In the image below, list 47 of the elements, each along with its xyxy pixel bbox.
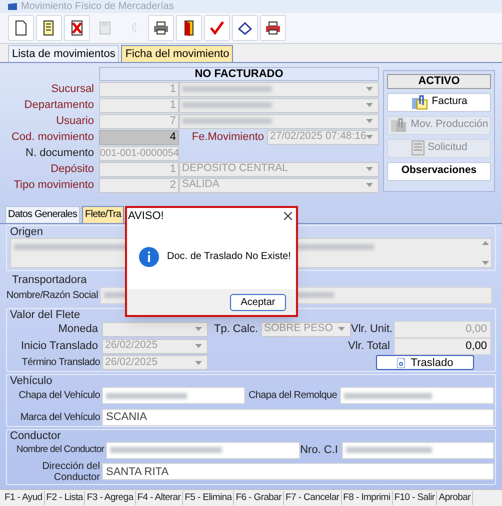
- field-label: Inicio Translado: [20, 339, 99, 354]
- field-label: Vlr. Total: [347, 339, 391, 354]
- group-title: Conductor: [10, 430, 61, 442]
- field-label: Dirección del Conductor: [41, 460, 101, 483]
- function-key-label: F4 - Alterar: [136, 490, 184, 506]
- group-title: Origen: [10, 226, 44, 238]
- status-label: ACTIVO: [387, 74, 491, 89]
- window-title: Movimiento Físico de Mercaderías: [21, 0, 174, 12]
- dropdown-value: 26/02/2025: [105, 338, 158, 354]
- field-label: Nro. C.I: [300, 443, 339, 458]
- field-label: Vlr. Unit.: [351, 322, 394, 338]
- dropdown-value: DEPOSITO CENTRAL: [182, 161, 288, 176]
- dialog-title: AVISO!: [128, 208, 164, 224]
- function-key-label: F5 - Elimina: [183, 490, 234, 506]
- function-key-label: Aprobar: [437, 490, 473, 506]
- field-label: Nombre/Razón Social: [6, 288, 98, 303]
- status-label: NO FACTURADO: [99, 66, 379, 81]
- field-label: Sucursal: [50, 82, 95, 97]
- function-key-label: F8 - Imprimi: [342, 490, 393, 506]
- field-label: Cod. movimiento: [10, 130, 95, 145]
- field-label: Tipo movimiento: [12, 178, 95, 193]
- function-key-label: F7 - Cancelar: [284, 490, 342, 506]
- function-key-label: F3 - Agrega: [85, 490, 136, 506]
- field-label: Tp. Calc.: [212, 322, 259, 338]
- field-label: Moneda: [57, 322, 99, 338]
- field-label: N. documento: [24, 146, 95, 161]
- dialog-message: Doc. de Traslado No Existe!: [167, 250, 291, 264]
- field-label: Marca del Vehículo: [19, 410, 101, 425]
- function-key-label: F2 - Lista: [44, 490, 86, 506]
- function-key-label: F1 - Ayud: [3, 490, 45, 506]
- dropdown-value: SOBRE PESO: [264, 321, 333, 336]
- dropdown-value: 27/02/2025 07:48:16: [270, 129, 366, 144]
- field-label: Chapa del Vehículo: [18, 389, 101, 404]
- function-key-label: F10 - Salir: [392, 490, 438, 506]
- field-label: Depósito: [50, 162, 95, 177]
- field-label: Fe.Movimiento: [190, 130, 265, 145]
- field-label: Término Translado: [20, 356, 101, 370]
- dropdown-value: SALIDA: [182, 177, 220, 192]
- dropdown-value: 26/02/2025: [105, 354, 158, 370]
- function-key-label: F6 - Grabar: [234, 490, 284, 506]
- field-label: Chapa del Remolque: [247, 389, 338, 404]
- group-title: Vehículo: [10, 374, 52, 387]
- field-label: Departamento: [23, 98, 95, 113]
- field-label: Usuario: [55, 114, 95, 129]
- field-label: Nombre del Conductor: [15, 443, 106, 458]
- group-title: Valor del Flete: [10, 308, 80, 321]
- group-title: Transportadora: [11, 272, 87, 287]
